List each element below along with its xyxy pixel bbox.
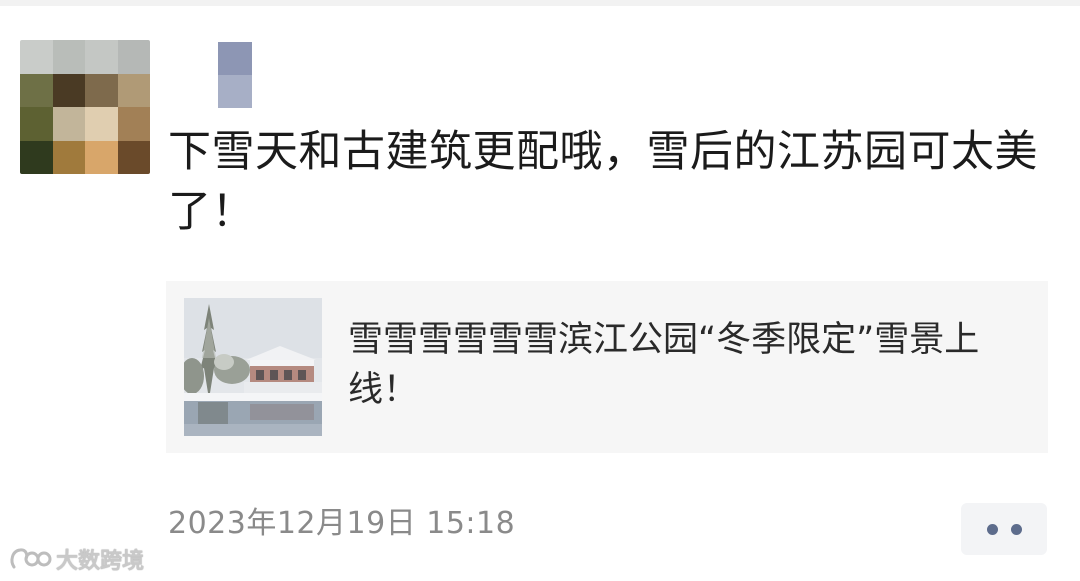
watermark-logo-icon bbox=[10, 548, 52, 569]
post-text: 下雪天和古建筑更配哦，雪后的江苏园可太美了！ bbox=[168, 127, 1038, 237]
watermark-text: 大数跨境 bbox=[56, 549, 145, 574]
more-button[interactable] bbox=[961, 503, 1047, 555]
avatar[interactable] bbox=[20, 40, 150, 174]
top-divider bbox=[0, 0, 1080, 6]
more-dots-icon bbox=[986, 523, 998, 535]
username-blurred[interactable] bbox=[218, 42, 252, 108]
more-dots-icon bbox=[1010, 523, 1022, 535]
article-title: 雪雪雪雪雪雪滨江公园“冬季限定”雪景上线！ bbox=[348, 320, 980, 410]
watermark: 大数跨境 bbox=[8, 543, 144, 575]
post-timestamp: 2023年12月19日 15:18 bbox=[168, 506, 516, 541]
article-thumbnail bbox=[184, 298, 322, 436]
shared-article-card[interactable]: 雪雪雪雪雪雪滨江公园“冬季限定”雪景上线！ bbox=[166, 281, 1048, 453]
